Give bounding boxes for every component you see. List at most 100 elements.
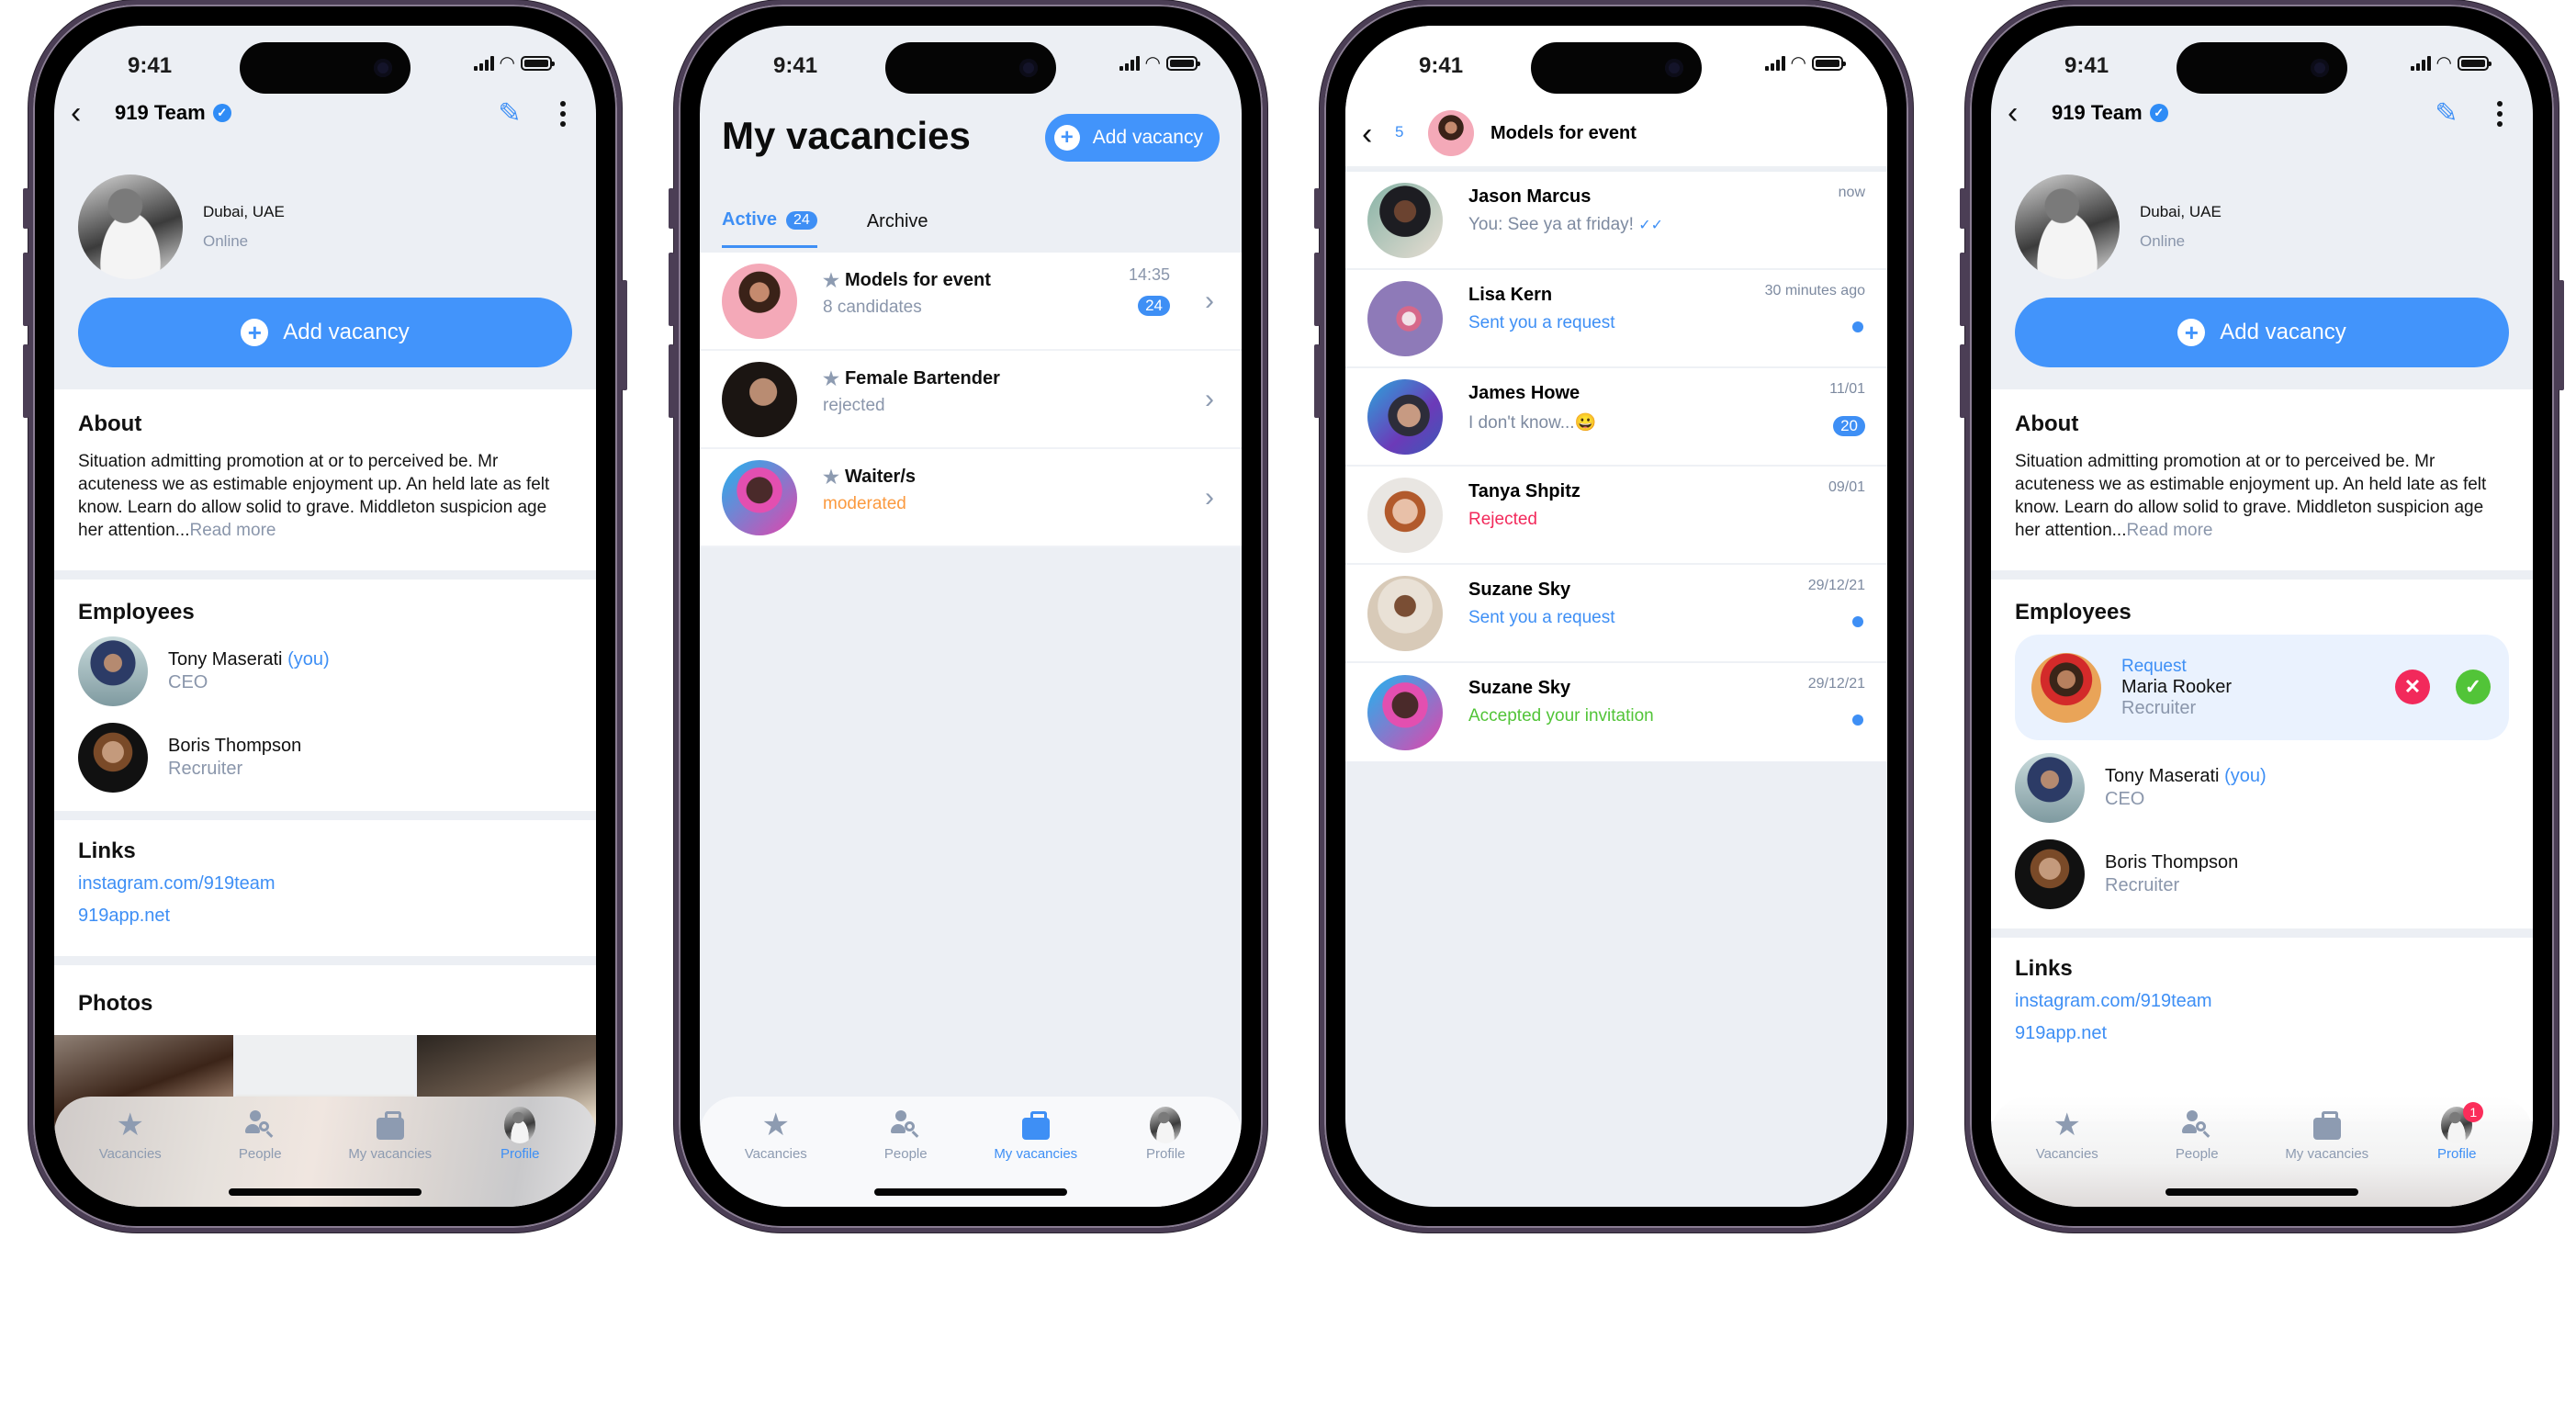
conversation-row[interactable]: Suzane Sky Sent you a request 29/12/21 — [1345, 565, 1887, 663]
vacancy-subtitle: moderated — [823, 494, 906, 513]
employee-role: CEO — [168, 672, 208, 692]
company-avatar — [2015, 174, 2120, 279]
vacancy-avatar — [722, 361, 797, 437]
vacancy-row[interactable]: ★ Female Bartender rejected › — [700, 351, 1242, 449]
requester-role: Recruiter — [2121, 697, 2197, 718]
presence-status: Online — [203, 232, 249, 250]
employees-heading: Employees — [2015, 600, 2132, 625]
read-more-link[interactable]: Read more — [189, 521, 276, 540]
employee-row[interactable]: Boris Thompson Recruiter — [2015, 839, 2509, 909]
dynamic-island — [885, 42, 1056, 94]
instagram-link[interactable]: instagram.com/919team — [78, 873, 572, 895]
about-text: Situation admitting promotion at or to p… — [2015, 452, 2487, 540]
contact-avatar — [1367, 674, 1443, 750]
requester-avatar — [2031, 652, 2101, 723]
employee-row[interactable]: Tony Maserati (you) CEO — [2015, 753, 2509, 823]
tab-vacancies[interactable]: ★ Vacancies — [65, 1106, 196, 1207]
star-icon[interactable]: ★ — [823, 269, 839, 292]
tab-vacancies[interactable]: ★ Vacancies — [2002, 1106, 2132, 1207]
chevron-right-icon: › — [1205, 286, 1214, 316]
employee-name: Boris Thompson — [168, 736, 302, 756]
requester-name: Maria Rooker — [2121, 676, 2233, 697]
volume-up-button — [23, 253, 28, 326]
website-link[interactable]: 919app.net — [78, 906, 572, 927]
conversation-row[interactable]: James Howe I don't know...😀 11/01 20 — [1345, 368, 1887, 467]
employee-role: CEO — [2105, 789, 2145, 809]
instagram-link[interactable]: instagram.com/919team — [2015, 991, 2509, 1012]
more-vertical-icon[interactable] — [2489, 96, 2511, 132]
wifi-icon: ◠ — [1790, 53, 1806, 73]
volume-down-button — [1314, 344, 1320, 418]
nav-bar: ‹ 919 Team ✓ ✎ — [54, 96, 596, 132]
accept-request-button[interactable]: ✓ — [2456, 670, 2491, 704]
reject-request-button[interactable]: ✕ — [2395, 670, 2430, 704]
star-icon[interactable]: ★ — [823, 367, 839, 390]
conversation-row[interactable]: Lisa Kern Sent you a request 30 minutes … — [1345, 270, 1887, 368]
back-chevron-icon[interactable]: ‹ — [71, 96, 98, 132]
edit-pencil-icon[interactable]: ✎ — [493, 96, 526, 132]
about-heading: About — [2015, 411, 2079, 436]
tab-profile[interactable]: 1 Profile — [2392, 1102, 2523, 1207]
tab-vacancies[interactable]: ★ Vacancies — [711, 1106, 841, 1207]
briefcase-icon — [1021, 1106, 1050, 1144]
screen: ‹ 5 Models for event 9:41 ◠ Jason Marcus… — [1345, 26, 1887, 1207]
star-icon[interactable]: ★ — [823, 466, 839, 489]
add-vacancy-button[interactable]: + Add vacancy — [2015, 298, 2509, 367]
last-message: Accepted your invitation — [1468, 706, 1654, 726]
page-title: My vacancies — [722, 114, 971, 157]
last-message: You: See ya at friday! — [1468, 215, 1634, 234]
more-vertical-icon[interactable] — [552, 96, 574, 132]
vacancy-time: 14:35 — [1128, 265, 1170, 284]
back-chevron-icon[interactable]: ‹ — [2008, 96, 2035, 132]
employee-avatar — [78, 723, 148, 793]
employee-name: Tony Maserati — [168, 649, 283, 670]
phone-candidates-chat: ‹ 5 Models for event 9:41 ◠ Jason Marcus… — [1314, 0, 1913, 1232]
photos-section: Photos — [54, 965, 596, 1035]
employee-name: Tony Maserati — [2105, 766, 2220, 786]
tab-profile[interactable]: Profile — [1101, 1106, 1232, 1207]
employee-avatar — [2015, 839, 2085, 909]
employee-avatar — [2015, 753, 2085, 823]
website-link[interactable]: 919app.net — [2015, 1023, 2509, 1044]
add-vacancy-button[interactable]: + Add vacancy — [1044, 114, 1220, 162]
battery-icon — [1166, 56, 1200, 71]
location-text: Dubai, UAE — [203, 203, 285, 220]
conversation-row[interactable]: Suzane Sky Accepted your invitation 29/1… — [1345, 663, 1887, 761]
employee-row[interactable]: Tony Maserati (you) CEO — [78, 636, 572, 706]
back-chevron-icon[interactable]: ‹ — [1362, 118, 1372, 151]
plus-circle-icon: + — [1053, 125, 1080, 151]
tab-profile[interactable]: Profile — [456, 1106, 586, 1207]
action-button — [1960, 188, 1965, 229]
contact-name: Suzane Sky — [1468, 580, 1571, 600]
back-count[interactable]: 5 — [1395, 123, 1403, 141]
battery-icon — [521, 56, 555, 71]
dynamic-island — [240, 42, 411, 94]
tab-active[interactable]: Active 24 — [722, 209, 817, 248]
message-time: 29/12/21 — [1807, 578, 1865, 593]
about-text: Situation admitting promotion at or to p… — [78, 452, 550, 540]
vacancy-subtitle: rejected — [823, 396, 885, 415]
phone-profile: 9:41 ◠ ‹ 919 Team ✓ ✎ Dubai, UAE Online +… — [23, 0, 627, 1232]
conversation-row[interactable]: Tanya Shpitz Rejected 09/01 — [1345, 467, 1887, 565]
edit-pencil-icon[interactable]: ✎ — [2430, 96, 2463, 132]
links-heading: Links — [2015, 956, 2073, 981]
power-button — [2559, 280, 2564, 390]
request-label: Request — [2121, 656, 2187, 676]
conversation-row[interactable]: Jason Marcus You: See ya at friday! ✓✓ n… — [1345, 172, 1887, 270]
action-button — [669, 188, 674, 229]
add-vacancy-label: Add vacancy — [1092, 127, 1203, 148]
employee-role: Recruiter — [168, 759, 243, 779]
read-more-link[interactable]: Read more — [2126, 521, 2212, 540]
contact-avatar — [1367, 378, 1443, 455]
employee-row[interactable]: Boris Thompson Recruiter — [78, 723, 572, 793]
links-section: Links instagram.com/919team 919app.net — [1991, 938, 2533, 1121]
plus-circle-icon: + — [2177, 319, 2206, 346]
vacancy-row[interactable]: ★ Waiter/s moderated › — [700, 449, 1242, 547]
add-vacancy-button[interactable]: + Add vacancy — [78, 298, 572, 367]
tab-archive[interactable]: Archive — [867, 209, 928, 248]
vacancy-row[interactable]: ★ Models for event 8 candidates 14:35 24 › — [700, 253, 1242, 351]
star-icon: ★ — [116, 1108, 144, 1142]
briefcase-icon — [376, 1106, 404, 1144]
star-icon: ★ — [761, 1108, 790, 1142]
unread-dot — [1852, 321, 1863, 332]
